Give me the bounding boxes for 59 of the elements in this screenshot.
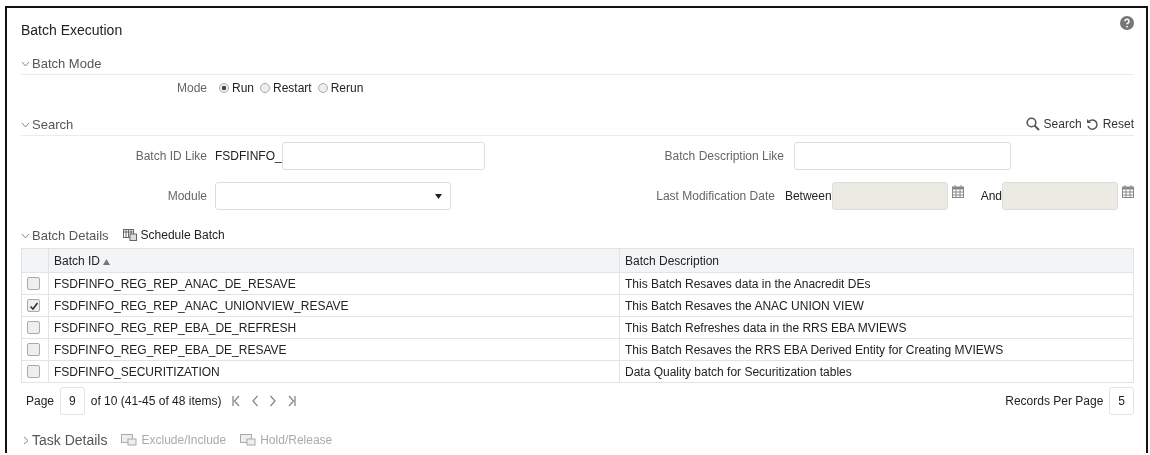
page-summary: of 10 (41-45 of 48 items) [90,394,222,408]
table-cell: FSDFINFO_REG_REP_EBA_DE_RESAVE [48,338,620,361]
row-checkbox[interactable] [27,343,40,356]
page-label: Page [26,394,55,408]
table-cell: This Batch Resaves data in the Anacredit DEs [619,272,1134,295]
help-icon[interactable] [1120,16,1134,30]
batch-id-field[interactable] [281,142,485,170]
section-toggle[interactable]: Task Details [21,432,108,448]
page-field[interactable]: 9 [60,387,85,415]
row-checkbox[interactable] [27,299,40,312]
last-page-icon[interactable] [287,395,298,407]
section-toggle[interactable]: Batch Mode [21,55,102,71]
previous-page-icon[interactable] [251,395,260,407]
table-cell: This Batch Resaves the RRS EBA Derived Entity for Creating MVIEWS [619,338,1134,361]
table-cell: This Batch Resaves the ANAC UNION VIEW [619,294,1134,317]
schedule-button[interactable]: Schedule Batch [122,228,225,242]
field-label: Last Modification Date [655,189,775,203]
caret-icon [435,193,442,199]
between-label: Between [784,189,832,203]
records-label: Records Per Page [1005,394,1104,408]
calendar-icon[interactable] [951,184,964,198]
chevron-icon [21,435,30,445]
field-label: Mode [175,81,207,95]
table-cell: FSDFINFO_REG_REP_EBA_DE_REFRESH [48,316,620,339]
first-page-icon[interactable] [231,395,242,407]
field-label: Module [166,189,207,203]
table-cell: Data Quality batch for Securitization tables [619,360,1134,383]
reset-icon [1085,117,1099,131]
radio-option[interactable]: Rerun [317,81,364,95]
table-cell: FSDFINFO_REG_REP_ANAC_UNIONVIEW_RESAVE [48,294,620,317]
section-toggle[interactable]: Batch Details [21,227,109,243]
field-label: Batch ID Like [134,149,207,163]
reset-button[interactable]: Reset [1085,117,1134,131]
row-checkbox[interactable] [27,365,40,378]
windows-icon [240,434,257,446]
table-cell: FSDFINFO_REG_REP_ANAC_DE_RESAVE [48,272,620,295]
table-cell: This Batch Refreshes data in the RRS EBA MVIEWS [619,316,1134,339]
batch-description-field[interactable] [794,142,1011,170]
field-label: Batch Description Like [663,149,784,163]
section-toggle[interactable]: Search [21,116,74,132]
search-button[interactable]: Search [1025,117,1082,131]
windows-icon [121,434,138,446]
next-page-icon[interactable] [269,395,278,407]
sort-ascending-icon [103,258,111,265]
field-prefix: FSDFINFO_ [215,149,282,163]
column-header[interactable]: Batch Description [619,248,1134,273]
page-title: Batch Execution [21,22,123,38]
search-icon [1025,117,1040,131]
column-header[interactable]: Batch ID [48,248,620,273]
calendar-grid-icon [122,229,137,241]
and-label: And [980,189,1002,203]
row-checkbox[interactable] [27,277,40,290]
calendar-icon[interactable] [1122,184,1134,198]
radio-option[interactable]: Restart [260,81,312,95]
row-checkbox[interactable] [27,321,40,334]
table-cell: FSDFINFO_SECURITIZATION [48,360,620,383]
radio-option[interactable]: Run [219,81,254,95]
module-dropdown[interactable] [215,182,451,210]
records-per-page-field[interactable]: 5 [1109,387,1134,415]
